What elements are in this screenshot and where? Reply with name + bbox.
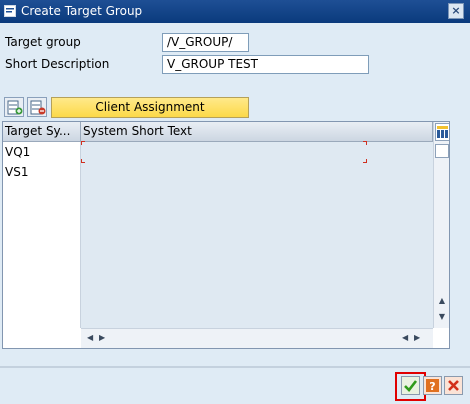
title-bar: Create Target Group ×	[0, 0, 470, 23]
vertical-scrollbar[interactable]: ▲ ▼	[433, 122, 449, 328]
footer-divider	[0, 366, 470, 368]
column-settings-button[interactable]	[435, 123, 449, 141]
window-title: Create Target Group	[21, 4, 143, 18]
cancel-button[interactable]	[444, 376, 463, 395]
target-group-label: Target group	[5, 35, 81, 49]
insert-row-icon	[7, 100, 23, 115]
cancel-icon	[448, 380, 459, 391]
scroll-down-arrow[interactable]: ▼	[435, 312, 449, 321]
scroll-right-arrow[interactable]: ▶	[414, 333, 420, 342]
table-cell-system[interactable]: VS1	[5, 162, 28, 182]
target-group-field[interactable]: /V_GROUP/	[162, 33, 249, 52]
help-button[interactable]: ?	[423, 376, 442, 395]
scroll-thumb[interactable]	[435, 144, 449, 158]
scroll-left-arrow[interactable]: ◀	[402, 333, 408, 342]
horizontal-scrollbar[interactable]: ◀ ▶ ◀ ▶	[81, 328, 433, 348]
table-cell-system[interactable]: VQ1	[5, 142, 30, 162]
confirm-highlight	[395, 372, 426, 401]
delete-row-button[interactable]	[27, 97, 47, 117]
delete-row-icon	[30, 100, 46, 115]
close-button[interactable]: ×	[448, 3, 464, 19]
column-header-short-text[interactable]: System Short Text	[81, 122, 433, 142]
window-icon	[4, 5, 16, 17]
client-assignment-button[interactable]: Client Assignment	[51, 97, 249, 118]
column-header-target-system[interactable]: Target Sy...	[3, 122, 81, 142]
insert-row-button[interactable]	[4, 97, 24, 117]
help-icon: ?	[426, 379, 439, 393]
scroll-up-arrow[interactable]: ▲	[435, 296, 449, 305]
scroll-left-arrow[interactable]: ◀	[87, 333, 93, 342]
systems-table: Target Sy... System Short Text VQ1 VS1 ▲…	[2, 121, 450, 349]
short-text-column[interactable]	[81, 142, 433, 328]
svg-text:?: ?	[429, 380, 435, 393]
cell-cursor	[81, 141, 367, 163]
short-description-field[interactable]: V_GROUP TEST	[162, 55, 369, 74]
scroll-right-arrow[interactable]: ▶	[99, 333, 105, 342]
short-description-label: Short Description	[5, 57, 110, 71]
target-system-column: VQ1 VS1	[3, 142, 81, 328]
column-settings-icon	[437, 126, 448, 138]
